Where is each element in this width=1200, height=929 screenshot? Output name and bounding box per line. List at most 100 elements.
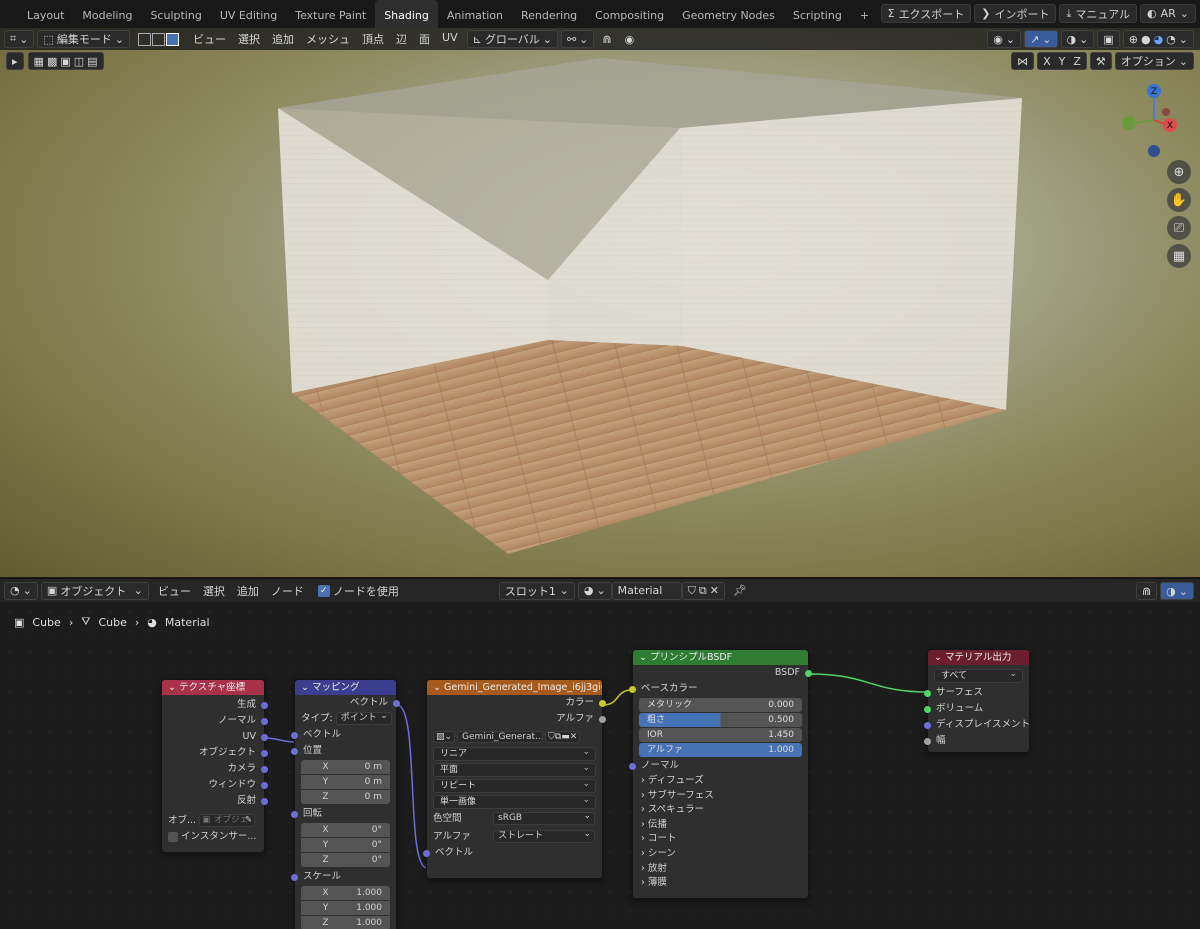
- wireframe-icon[interactable]: ⊕: [1129, 33, 1138, 46]
- transform-orientation-select[interactable]: ⊾ グローバル ⌄: [466, 30, 558, 48]
- shading-mode-buttons[interactable]: ⊕ ● ◕ ◔ ⌄: [1122, 30, 1194, 48]
- viewport-menu-item[interactable]: UV: [436, 31, 464, 47]
- input-socket[interactable]: [291, 873, 298, 881]
- select-new-icon[interactable]: ▦: [34, 55, 44, 68]
- eyedropper-icon[interactable]: ✎: [245, 815, 252, 826]
- output-socket[interactable]: [599, 715, 606, 723]
- vector-component-field[interactable]: Z 1.000: [301, 916, 390, 929]
- xray-toggle[interactable]: ▣: [1097, 30, 1120, 48]
- input-socket[interactable]: [924, 721, 931, 729]
- import-button[interactable]: ❯ インポート: [974, 4, 1057, 23]
- vector-component-field[interactable]: X 0 m: [301, 760, 390, 774]
- face-select-icon[interactable]: [166, 32, 180, 46]
- node-canvas[interactable]: ▣ Cube › ⛛ Cube › ◕ Material ⌄ テクスチャ座標 生成 ノー…: [0, 602, 1200, 929]
- workspace-tab[interactable]: Animation: [438, 0, 512, 28]
- vector-component-field[interactable]: X 0°: [301, 823, 390, 837]
- 3d-viewport[interactable]: ⌗ ⌄ ⬚ 編集モード ⌄ ビュー 選択 追加 メッシュ 頂点辺面 UV ⊾ グローバル ⌄ ⚯ ⌄ …: [0, 28, 1200, 577]
- duplicate-icon[interactable]: ⧉: [699, 584, 707, 598]
- mirror-toggle[interactable]: ⋈: [1011, 52, 1035, 70]
- metallic-field[interactable]: メタリック 0.000: [639, 698, 802, 712]
- vector-component-field[interactable]: Y 0°: [301, 838, 390, 852]
- navigation-gizmo[interactable]: Z X: [1112, 82, 1192, 162]
- workspace-tab[interactable]: UV Editing: [211, 0, 286, 28]
- close-icon[interactable]: ✕: [710, 584, 719, 597]
- snap-toggle[interactable]: ⋒: [597, 30, 616, 48]
- material-name-field[interactable]: Material: [611, 581, 682, 600]
- output-socket[interactable]: [393, 699, 400, 707]
- image-browse-icon[interactable]: ▨⌄: [433, 731, 456, 743]
- input-socket[interactable]: [924, 705, 931, 713]
- output-socket[interactable]: [599, 699, 606, 707]
- vertex-select-icon[interactable]: [138, 32, 152, 46]
- node-texture-coordinate[interactable]: ⌄ テクスチャ座標 生成 ノーマル UV オブジェクト カメラ ウィンドウ 反射 オブ...…: [161, 679, 268, 853]
- bsdf-panel-toggle[interactable]: › ディフューズ: [633, 774, 808, 789]
- overlay-toggle[interactable]: ◑ ⌄: [1160, 582, 1194, 600]
- workspace-tab[interactable]: +: [851, 0, 878, 28]
- source-select[interactable]: 単一画像: [433, 794, 596, 809]
- object-field[interactable]: ▣ オブジェ ✎: [199, 814, 256, 827]
- select-subtract-icon[interactable]: ▣: [60, 55, 70, 68]
- vector-component-field[interactable]: Z 0°: [301, 853, 390, 867]
- shield-icon[interactable]: ⛉: [688, 584, 696, 598]
- input-socket[interactable]: [629, 685, 636, 693]
- wrench-button[interactable]: ⚒: [1089, 52, 1112, 70]
- input-socket[interactable]: [291, 731, 298, 739]
- axis-x[interactable]: X: [1043, 55, 1051, 68]
- vector-component-field[interactable]: Y 0 m: [301, 775, 390, 789]
- bsdf-panel-toggle[interactable]: › スペキュラー: [633, 803, 808, 818]
- camera-icon[interactable]: ⎚: [1167, 216, 1191, 240]
- bsdf-panel-toggle[interactable]: › 伝播: [633, 818, 808, 833]
- selection-mode-buttons[interactable]: ▦ ▩ ▣ ◫ ▤: [27, 52, 104, 70]
- bsdf-panel-toggle[interactable]: › シーン: [633, 847, 808, 862]
- viewport-menu-item[interactable]: 頂点: [356, 31, 390, 47]
- node-menu-item[interactable]: ビュー: [152, 583, 197, 599]
- zoom-icon[interactable]: ⊕: [1167, 160, 1191, 184]
- extension-select[interactable]: リピート: [433, 778, 596, 793]
- material-browse[interactable]: ◕ ⌄: [577, 581, 612, 600]
- node-header[interactable]: ⌄ マテリアル出力: [928, 650, 1029, 665]
- projection-select[interactable]: 平面: [433, 762, 596, 777]
- input-socket[interactable]: [291, 747, 298, 755]
- material-actions[interactable]: ⛉ ⧉ ✕: [681, 581, 725, 600]
- axis-lock[interactable]: XYZ: [1037, 52, 1087, 70]
- input-socket[interactable]: [629, 762, 636, 770]
- node-image-texture[interactable]: ⌄ Gemini_Generated_Image_i6jj3gi6jj3g...…: [423, 679, 606, 879]
- snap-toggle[interactable]: ⋒: [1135, 582, 1158, 600]
- pan-hand-icon[interactable]: ✋: [1167, 188, 1191, 212]
- viewport-menu-item[interactable]: 選択: [232, 31, 266, 47]
- viewport-menu-item[interactable]: 辺: [390, 31, 413, 47]
- select-intersect-icon[interactable]: ▤: [87, 55, 97, 68]
- workspace-tab[interactable]: Compositing: [586, 0, 673, 28]
- visibility-select[interactable]: ◉ ⌄: [987, 30, 1022, 48]
- viewport-menu-item[interactable]: 追加: [266, 31, 300, 47]
- bsdf-panel-toggle[interactable]: › サブサーフェス: [633, 789, 808, 804]
- node-principled-bsdf[interactable]: ⌄ プリンシプルBSDF BSDF ベースカラー メタリック 0.000 粗さ 0.…: [629, 649, 812, 899]
- options-button[interactable]: オプション ⌄: [1114, 52, 1194, 70]
- workspace-tab[interactable]: Layout: [18, 0, 73, 28]
- use-nodes-checkbox[interactable]: ✓ ノードを使用: [313, 582, 404, 600]
- input-socket[interactable]: [924, 737, 931, 745]
- workspace-tab[interactable]: Rendering: [512, 0, 586, 28]
- editor-type-button[interactable]: ◔ ⌄: [4, 581, 38, 600]
- ar-button[interactable]: ◐ AR ⌄: [1140, 4, 1196, 23]
- alpha-field[interactable]: アルファ 1.000: [639, 743, 802, 757]
- pin-button[interactable]: 📌︎: [728, 582, 752, 600]
- node-material-output[interactable]: ⌄ マテリアル出力 すべて サーフェスボリュームディスプレイスメント幅: [924, 649, 1030, 753]
- workspace-tab[interactable]: Sculpting: [141, 0, 210, 28]
- node-menu-item[interactable]: ノード: [265, 583, 310, 599]
- output-socket[interactable]: [261, 717, 268, 725]
- object-type-select[interactable]: ▣ オブジェクト ⌄: [40, 581, 149, 600]
- node-header[interactable]: ⌄ マッピング: [295, 680, 396, 695]
- viewport-menu-item[interactable]: ビュー: [187, 31, 232, 47]
- viewport-menu-item[interactable]: メッシュ: [300, 31, 356, 47]
- output-socket[interactable]: [261, 701, 268, 709]
- select-extend-icon[interactable]: ▩: [47, 55, 57, 68]
- alpha-mode-select[interactable]: ストレート ⌄: [493, 829, 595, 843]
- select-invert-icon[interactable]: ◫: [74, 55, 84, 68]
- target-select[interactable]: すべて: [934, 668, 1023, 683]
- workspace-tab[interactable]: Scripting: [784, 0, 851, 28]
- image-file-name[interactable]: Gemini_Generat...: [457, 731, 544, 743]
- gizmo-toggle[interactable]: ↗ ⌄: [1024, 30, 1058, 48]
- interpolation-select[interactable]: リニア: [433, 746, 596, 761]
- node-header[interactable]: ⌄ Gemini_Generated_Image_i6jj3gi6jj3g...: [427, 680, 602, 695]
